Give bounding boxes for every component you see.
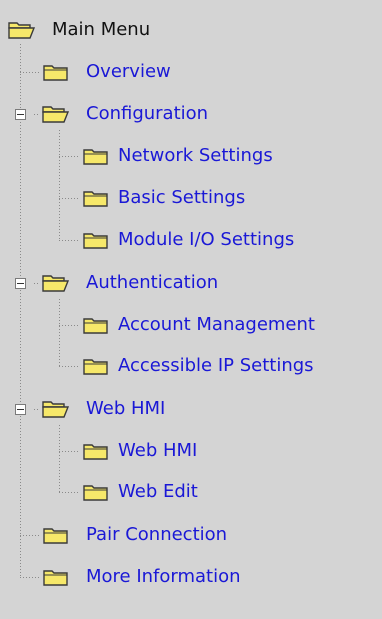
folder-icon	[83, 359, 108, 375]
folder-open-icon	[42, 401, 70, 418]
folder-icon	[43, 570, 68, 586]
menu-item-web-hmi-group[interactable]: Web HMI	[42, 395, 165, 423]
menu-item-web-hmi[interactable]: Web HMI	[82, 437, 197, 465]
configuration-collapse-toggle[interactable]	[15, 109, 26, 120]
menu-item-accessible-ip-settings[interactable]: Accessible IP Settings	[82, 352, 314, 380]
main-menu-tree: Main Menu Overview Configuration Network…	[0, 0, 382, 619]
configuration-label: Configuration	[86, 103, 209, 124]
tree-root-main-menu[interactable]: Main Menu	[8, 16, 150, 44]
menu-item-more-information[interactable]: More Information	[42, 563, 241, 591]
folder-open-icon	[8, 22, 36, 39]
folder-icon	[43, 65, 68, 81]
folder-icon	[83, 485, 108, 501]
web-edit-label: Web Edit	[118, 481, 198, 502]
menu-item-pair-connection[interactable]: Pair Connection	[42, 521, 227, 549]
module-io-settings-label: Module I/O Settings	[118, 229, 295, 250]
folder-open-icon	[42, 106, 70, 123]
folder-icon	[83, 444, 108, 460]
folder-icon	[83, 318, 108, 334]
menu-item-authentication[interactable]: Authentication	[42, 269, 218, 297]
web-hmi-label: Web HMI	[118, 440, 198, 461]
authentication-collapse-toggle[interactable]	[15, 278, 26, 289]
menu-item-module-io-settings[interactable]: Module I/O Settings	[82, 226, 294, 254]
basic-settings-label: Basic Settings	[118, 187, 246, 208]
account-management-label: Account Management	[118, 314, 315, 335]
pair-connection-label: Pair Connection	[86, 524, 228, 545]
folder-open-icon	[42, 275, 70, 292]
folder-icon	[83, 233, 108, 249]
web-hmi-group-label: Web HMI	[86, 398, 166, 419]
menu-item-overview[interactable]: Overview	[42, 58, 171, 86]
menu-item-configuration[interactable]: Configuration	[42, 100, 208, 128]
web-hmi-collapse-toggle[interactable]	[15, 404, 26, 415]
menu-item-network-settings[interactable]: Network Settings	[82, 142, 273, 170]
folder-icon	[83, 191, 108, 207]
menu-item-account-management[interactable]: Account Management	[82, 311, 315, 339]
menu-item-web-edit[interactable]: Web Edit	[82, 478, 198, 506]
more-information-label: More Information	[86, 566, 241, 587]
menu-item-basic-settings[interactable]: Basic Settings	[82, 184, 245, 212]
accessible-ip-settings-label: Accessible IP Settings	[118, 355, 314, 376]
folder-icon	[43, 528, 68, 544]
network-settings-label: Network Settings	[118, 145, 273, 166]
folder-icon	[83, 149, 108, 165]
main-menu-label: Main Menu	[52, 19, 151, 40]
overview-label: Overview	[86, 61, 171, 82]
authentication-label: Authentication	[86, 272, 219, 293]
